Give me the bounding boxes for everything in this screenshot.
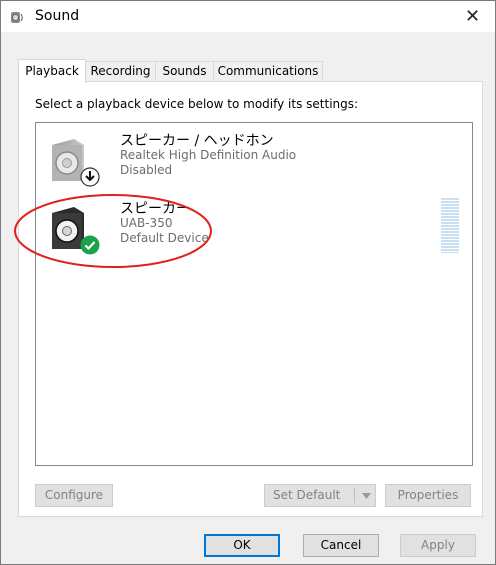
ok-button[interactable]: OK	[204, 534, 280, 557]
window-title: Sound	[35, 8, 80, 24]
cancel-label: Cancel	[320, 538, 362, 552]
tab-communications[interactable]: Communications	[213, 61, 323, 81]
tab-label: Recording	[90, 64, 151, 78]
close-button[interactable]: ✕	[450, 1, 495, 32]
device-status: Disabled	[120, 163, 173, 177]
chevron-down-icon[interactable]	[357, 485, 375, 506]
properties-button[interactable]: Properties	[385, 484, 471, 507]
device-name: スピーカー / ヘッドホン	[120, 133, 274, 149]
tab-recording[interactable]: Recording	[85, 61, 156, 81]
device-driver: Realtek High Definition Audio	[120, 148, 297, 162]
split-divider	[354, 488, 355, 503]
device-list[interactable]: スピーカー / ヘッドホン Realtek High Definition Au…	[35, 122, 473, 466]
tab-label: Playback	[25, 64, 79, 78]
apply-label: Apply	[421, 538, 455, 552]
ok-label: OK	[233, 538, 251, 552]
close-icon: ✕	[464, 6, 481, 27]
speaker-app-icon	[9, 9, 25, 25]
device-status: Default Device	[120, 231, 209, 245]
instruction-text: Select a playback device below to modify…	[35, 97, 359, 111]
properties-label: Properties	[397, 488, 459, 502]
configure-button[interactable]: Configure	[35, 484, 113, 507]
cancel-button[interactable]: Cancel	[303, 534, 379, 557]
device-name: スピーカー	[120, 201, 190, 217]
title-bar[interactable]: Sound ✕	[1, 1, 495, 32]
green-check-badge-icon	[80, 235, 100, 258]
tab-label: Sounds	[162, 64, 207, 78]
sound-dialog: Sound ✕ Playback Recording Sounds Commun…	[0, 0, 496, 565]
down-arrow-badge-icon	[80, 167, 100, 190]
device-item-speaker-uab350[interactable]: スピーカー UAB-350 Default Device	[36, 195, 472, 259]
set-default-split-button[interactable]: Set Default	[264, 484, 376, 507]
device-item-speaker-headphone[interactable]: スピーカー / ヘッドホン Realtek High Definition Au…	[36, 127, 472, 191]
tab-sounds[interactable]: Sounds	[155, 61, 214, 81]
tab-label: Communications	[217, 64, 319, 78]
tab-playback[interactable]: Playback	[18, 59, 86, 83]
device-driver: UAB-350	[120, 216, 173, 230]
apply-button[interactable]: Apply	[400, 534, 476, 557]
set-default-label: Set Default	[273, 488, 341, 502]
configure-label: Configure	[44, 488, 104, 502]
volume-level-meter	[441, 198, 459, 253]
